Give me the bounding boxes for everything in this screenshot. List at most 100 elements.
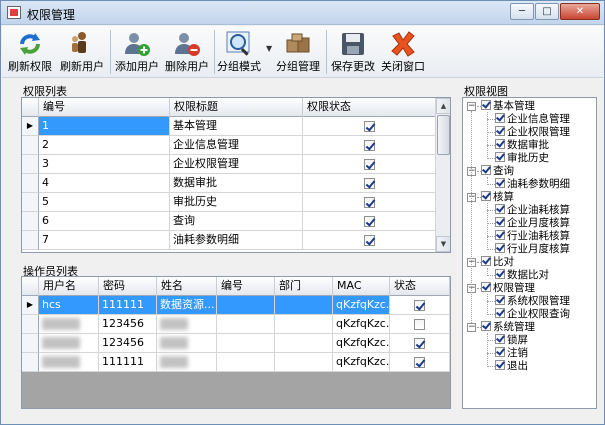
empty-cell[interactable] <box>217 296 275 315</box>
empty-cell[interactable] <box>275 296 333 315</box>
tree-checkbox[interactable] <box>481 256 491 266</box>
perm-id-cell[interactable]: 6 <box>39 212 170 231</box>
empty-cell[interactable] <box>217 353 275 372</box>
perm-list-grid[interactable]: 编号 权限标题 权限状态 ▶ 1 基本管理 2 企业信息管理 3 企业权限管理 4 数据审批 5 审… <box>21 97 451 253</box>
tree-checkbox[interactable] <box>495 360 505 370</box>
tree-checkbox[interactable] <box>495 243 505 253</box>
perm-title-cell[interactable]: 查询 <box>170 212 303 231</box>
perm-status-cell[interactable] <box>303 193 437 212</box>
tree-node[interactable]: 查询 <box>481 165 514 178</box>
row-header[interactable] <box>22 155 39 174</box>
perm-title-cell[interactable]: 审批历史 <box>170 193 303 212</box>
tree-checkbox[interactable] <box>481 191 491 201</box>
tree-checkbox[interactable] <box>481 282 491 292</box>
tree-leaf[interactable]: 行业月度核算 <box>495 243 570 256</box>
perm-title-cell[interactable]: 企业权限管理 <box>170 155 303 174</box>
perm-title-cell[interactable]: 数据审批 <box>170 174 303 193</box>
row-header[interactable] <box>22 353 39 372</box>
tree-leaf[interactable]: 企业权限查询 <box>495 308 570 321</box>
password-cell[interactable]: 123456 <box>99 334 157 353</box>
add-user-button[interactable]: 添加用户 <box>113 27 161 77</box>
mac-cell[interactable]: qKzfqKzc... <box>333 315 390 334</box>
perm-id-cell[interactable]: 4 <box>39 174 170 193</box>
table-row[interactable]: 4 数据审批 <box>22 174 437 193</box>
group-manage-button[interactable]: 分组管理 <box>274 27 322 77</box>
status-checkbox[interactable] <box>414 356 425 368</box>
tree-leaf[interactable]: 企业信息管理 <box>495 113 570 126</box>
perm-status-cell[interactable] <box>303 155 437 174</box>
perm-status-cell[interactable] <box>303 174 437 193</box>
table-row[interactable]: 111111 qKzfqKzc... <box>22 353 450 372</box>
tree-leaf[interactable]: 系统权限管理 <box>495 295 570 308</box>
perm-id-cell[interactable]: 5 <box>39 193 170 212</box>
row-header[interactable]: ▶ <box>22 296 39 315</box>
row-header[interactable] <box>22 174 39 193</box>
perm-status-cell[interactable] <box>303 136 437 155</box>
table-row[interactable]: 5 审批历史 <box>22 193 437 212</box>
tree-checkbox[interactable] <box>495 269 505 279</box>
permission-checkbox[interactable] <box>364 158 375 170</box>
username-cell[interactable] <box>39 353 99 372</box>
tree-leaf[interactable]: 企业月度核算 <box>495 217 570 230</box>
table-row[interactable]: 6 查询 <box>22 212 437 231</box>
empty-cell[interactable] <box>275 315 333 334</box>
tree-leaf[interactable]: 审批历史 <box>495 152 549 165</box>
perm-list-scrollbar[interactable]: ▲ ▼ <box>435 98 450 252</box>
perm-id-cell[interactable]: 1 <box>39 117 170 136</box>
password-cell[interactable]: 111111 <box>99 353 157 372</box>
collapse-icon[interactable]: − <box>467 102 476 111</box>
tree-checkbox[interactable] <box>495 217 505 227</box>
perm-title-cell[interactable]: 企业信息管理 <box>170 136 303 155</box>
empty-cell[interactable] <box>275 353 333 372</box>
tree-node[interactable]: 比对 <box>481 256 514 269</box>
title-bar[interactable]: 权限管理 ─ □ ✕ <box>1 1 604 25</box>
tree-checkbox[interactable] <box>495 178 505 188</box>
table-row[interactable]: 2 企业信息管理 <box>22 136 437 155</box>
permission-checkbox[interactable] <box>364 196 375 208</box>
delete-user-button[interactable]: 删除用户 <box>162 27 212 77</box>
empty-cell[interactable] <box>217 334 275 353</box>
status-cell[interactable] <box>390 353 450 372</box>
perm-tree[interactable]: − 基本管理 企业信息管理 企业权限管理 数据审批 审批历史 − 查询 油耗参数明细 − 核算 企业油… <box>462 97 597 409</box>
row-header[interactable] <box>22 193 39 212</box>
tree-checkbox[interactable] <box>495 334 505 344</box>
empty-cell[interactable] <box>217 315 275 334</box>
user-list-grid[interactable]: 用户名 密码 姓名 编号 部门 MAC 状态 ▶ hcs 111111 数据资源...… <box>21 276 451 409</box>
name-cell[interactable]: 数据资源... <box>157 296 217 315</box>
perm-id-cell[interactable]: 3 <box>39 155 170 174</box>
status-checkbox[interactable] <box>414 299 425 311</box>
tree-checkbox[interactable] <box>495 347 505 357</box>
row-header[interactable] <box>22 231 39 250</box>
username-cell[interactable] <box>39 315 99 334</box>
mac-cell[interactable]: qKzfqKzc... <box>333 296 390 315</box>
tree-node[interactable]: 核算 <box>481 191 514 204</box>
chevron-down-icon[interactable]: ▼ <box>266 44 272 53</box>
name-cell[interactable] <box>157 334 217 353</box>
save-changes-button[interactable]: 保存更改 <box>329 27 377 77</box>
perm-status-cell[interactable] <box>303 212 437 231</box>
mac-cell[interactable]: qKzfqKzc... <box>333 334 390 353</box>
tree-leaf[interactable]: 企业权限管理 <box>495 126 570 139</box>
tree-checkbox[interactable] <box>481 100 491 110</box>
perm-title-cell[interactable]: 油耗参数明细 <box>170 231 303 250</box>
permission-checkbox[interactable] <box>364 120 375 132</box>
username-cell[interactable] <box>39 334 99 353</box>
tree-leaf[interactable]: 数据比对 <box>495 269 549 282</box>
tree-checkbox[interactable] <box>495 204 505 214</box>
tree-leaf[interactable]: 油耗参数明细 <box>495 178 570 191</box>
mac-cell[interactable]: qKzfqKzc... <box>333 353 390 372</box>
maximize-button[interactable]: □ <box>535 3 559 20</box>
perm-status-cell[interactable] <box>303 117 437 136</box>
scroll-thumb[interactable] <box>437 115 450 155</box>
tree-checkbox[interactable] <box>495 230 505 240</box>
username-cell[interactable]: hcs <box>39 296 99 315</box>
table-row[interactable]: ▶hcs 111111 数据资源... qKzfqKzc... <box>22 296 450 315</box>
row-header[interactable] <box>22 315 39 334</box>
status-cell[interactable] <box>390 334 450 353</box>
status-checkbox[interactable] <box>414 337 425 349</box>
table-row[interactable]: 7 油耗参数明细 <box>22 231 437 250</box>
permission-checkbox[interactable] <box>364 234 375 246</box>
password-cell[interactable]: 123456 <box>99 315 157 334</box>
tree-checkbox[interactable] <box>481 165 491 175</box>
permission-checkbox[interactable] <box>364 177 375 189</box>
